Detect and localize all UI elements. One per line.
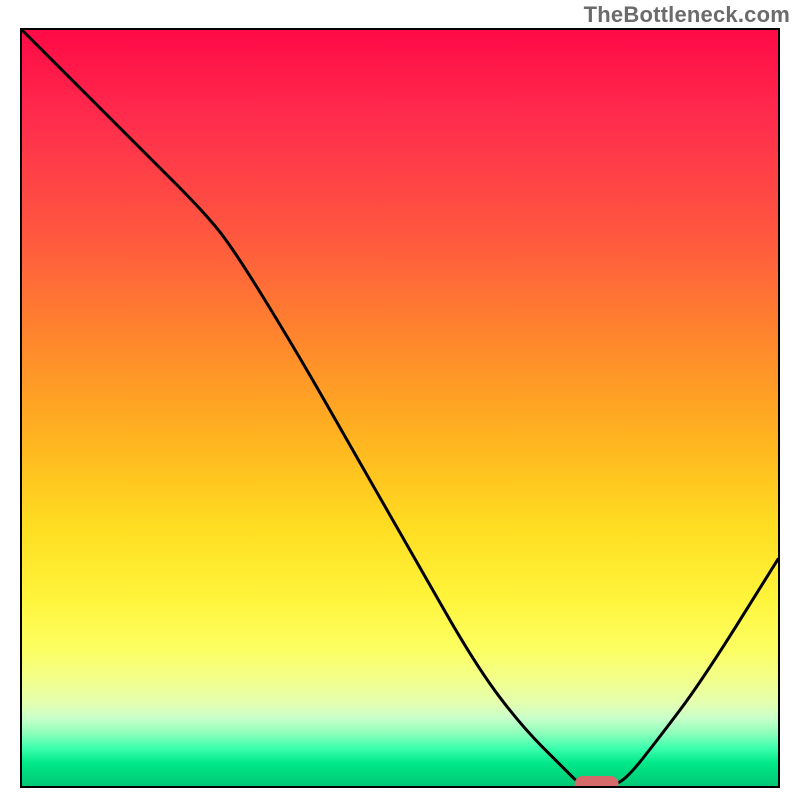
chart-container: TheBottleneck.com (0, 0, 800, 800)
bottleneck-curve (22, 30, 778, 786)
plot-frame (20, 28, 780, 788)
plot-overlay (22, 30, 778, 786)
optimal-point-marker (575, 776, 619, 786)
watermark-text: TheBottleneck.com (584, 2, 790, 28)
